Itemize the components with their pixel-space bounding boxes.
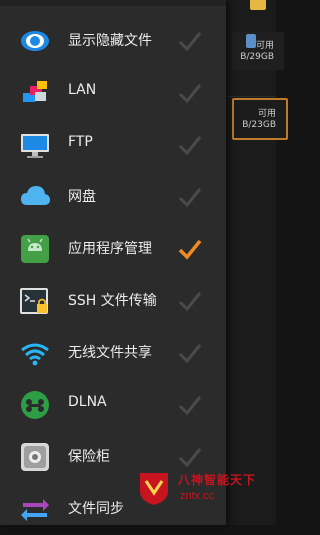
watermark-url: zntx.cc	[180, 490, 215, 502]
check-icon[interactable]	[177, 29, 203, 53]
android-icon	[21, 235, 49, 263]
wifi-icon	[21, 343, 49, 366]
drawer-item-lan[interactable]: LAN	[0, 67, 226, 119]
check-icon[interactable]	[177, 289, 203, 313]
drawer-item-ftp[interactable]: FTP	[0, 119, 226, 171]
drawer-item-label: SSH 文件传输	[68, 293, 157, 309]
storage-available-label: 可用	[255, 41, 274, 51]
storage-available-label: 可用	[257, 109, 276, 119]
safe-icon	[21, 443, 49, 471]
sd-card-icon	[246, 34, 256, 48]
background-file-manager: 可用 B/29GB 可用 B/23GB	[226, 0, 288, 525]
storage-card-selected[interactable]: 可用 B/23GB	[232, 98, 288, 140]
drawer-item-label: 保险柜	[68, 449, 110, 465]
divider	[226, 96, 276, 97]
check-icon[interactable]	[177, 185, 203, 209]
drawer-item-cloud-drive[interactable]: 网盘	[0, 171, 226, 223]
drawer-item-ssh[interactable]: SSH 文件传输	[0, 275, 226, 327]
check-icon[interactable]	[177, 81, 203, 105]
drawer-item-label: LAN	[68, 82, 97, 98]
drawer-item-show-hidden-files[interactable]: 显示隐藏文件	[0, 15, 226, 67]
drawer-item-dlna[interactable]: DLNA	[0, 379, 226, 431]
drawer-item-label: 显示隐藏文件	[68, 33, 152, 49]
monitor-icon	[21, 134, 49, 158]
check-icon[interactable]	[177, 133, 203, 157]
watermark-logo-icon	[140, 473, 168, 505]
drawer-item-label: DLNA	[68, 394, 107, 410]
dlna-icon	[21, 391, 49, 419]
storage-capacity-text: B/23GB	[242, 120, 276, 130]
eye-icon	[21, 31, 49, 51]
drawer-item-label: 应用程序管理	[68, 241, 152, 257]
check-icon-active[interactable]	[177, 237, 203, 261]
cloud-icon	[21, 186, 50, 205]
drawer-item-label: 无线文件共享	[68, 345, 152, 361]
lan-icon	[23, 81, 47, 102]
sync-arrows-icon	[21, 499, 49, 521]
watermark: 八神智能天下 zntx.cc	[134, 463, 276, 525]
folder-icon	[250, 0, 266, 10]
drawer-item-app-manager[interactable]: 应用程序管理	[0, 223, 226, 275]
navigation-drawer: 显示隐藏文件 LAN FTP 网盘 应用程序管理 SSH 文件传输 无线文件共享…	[0, 0, 226, 525]
drawer-top-edge	[0, 0, 226, 6]
drawer-item-label: FTP	[68, 134, 93, 150]
check-icon[interactable]	[177, 393, 203, 417]
check-icon[interactable]	[177, 341, 203, 365]
drawer-item-label: 文件同步	[68, 501, 124, 517]
storage-capacity-text: B/29GB	[240, 52, 274, 62]
drawer-item-label: 网盘	[68, 189, 96, 205]
drawer-item-wireless-share[interactable]: 无线文件共享	[0, 327, 226, 379]
terminal-lock-icon	[20, 288, 48, 314]
storage-card-internal[interactable]: 可用 B/29GB	[232, 32, 284, 70]
watermark-title: 八神智能天下	[178, 473, 257, 487]
